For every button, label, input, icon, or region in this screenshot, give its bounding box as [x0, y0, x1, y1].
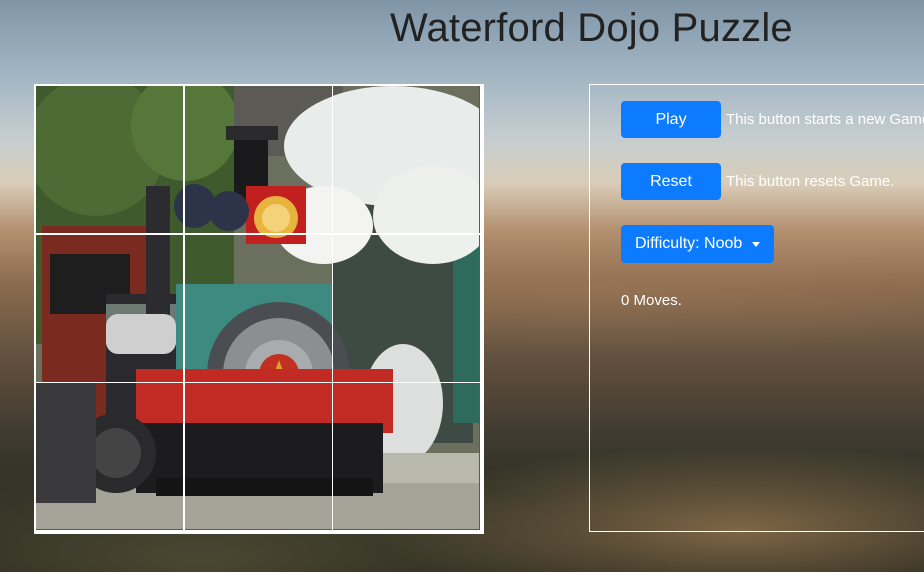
- puzzle-tile[interactable]: [36, 383, 183, 530]
- puzzle-tile[interactable]: [36, 86, 183, 233]
- control-panel: Play This button starts a new Game. Rese…: [589, 84, 924, 532]
- reset-description: This button resets Game.: [726, 173, 895, 190]
- chevron-down-icon: [752, 241, 761, 247]
- locomotive-image-slice: [184, 234, 332, 382]
- locomotive-image-slice: [184, 86, 332, 233]
- locomotive-image-slice: [36, 383, 183, 529]
- play-description: This button starts a new Game.: [726, 111, 924, 128]
- difficulty-dropdown[interactable]: Difficulty: Noob: [621, 225, 775, 263]
- moves-counter: 0 Moves.: [621, 292, 682, 309]
- puzzle-tile[interactable]: [184, 234, 332, 382]
- puzzle-tile[interactable]: [36, 234, 183, 382]
- puzzle-tile[interactable]: [184, 383, 332, 530]
- puzzle-tile[interactable]: [333, 383, 480, 530]
- locomotive-image-slice: [333, 86, 479, 233]
- puzzle-tile[interactable]: [333, 86, 480, 233]
- play-button[interactable]: Play: [621, 101, 721, 138]
- locomotive-image-slice: [333, 234, 479, 382]
- locomotive-image-slice: [36, 86, 183, 233]
- puzzle-tile[interactable]: [184, 86, 332, 233]
- puzzle-tile[interactable]: [333, 234, 480, 382]
- locomotive-image-slice: [333, 383, 479, 529]
- reset-button[interactable]: Reset: [621, 163, 721, 200]
- puzzle-board: [34, 84, 484, 534]
- locomotive-image-slice: [184, 383, 332, 529]
- locomotive-image-slice: [36, 234, 183, 382]
- page-title: Waterford Dojo Puzzle: [390, 6, 793, 50]
- difficulty-label: Difficulty: Noob: [635, 235, 743, 252]
